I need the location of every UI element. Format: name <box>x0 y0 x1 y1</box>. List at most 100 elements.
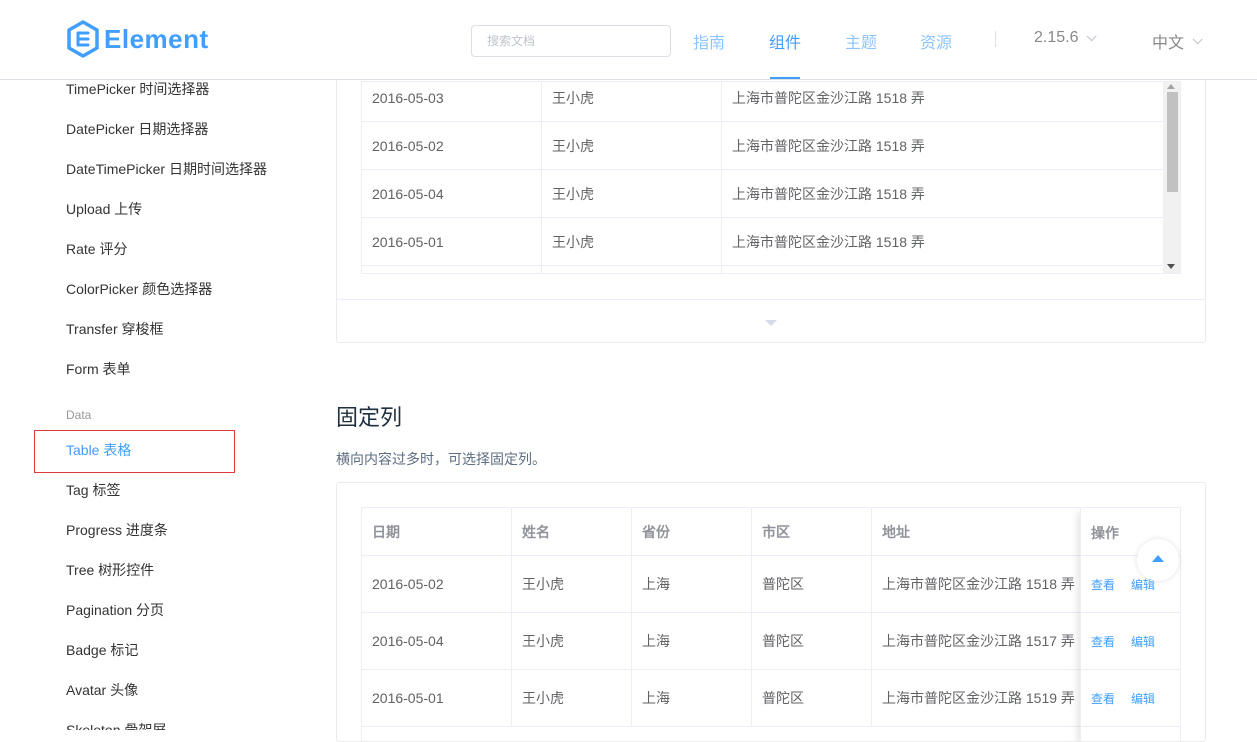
cell-name: 王小虎 <box>542 170 722 218</box>
fixed-row: 查看 编辑 <box>1081 613 1180 670</box>
header-address: 地址 <box>872 508 1082 556</box>
table-header-row: 日期 姓名 省份 市区 地址 <box>362 508 1180 556</box>
table-scrollbar[interactable] <box>1163 82 1180 273</box>
cell-city: 普陀区 <box>752 613 872 670</box>
edit-button[interactable]: 编辑 <box>1131 633 1155 650</box>
cell-name: 王小虎 <box>542 218 722 266</box>
search-docs-input[interactable] <box>471 25 671 57</box>
scroll-table-demo: 2016-05-03 王小虎 上海市普陀区金沙江路 1518 弄 2016-05… <box>336 60 1206 343</box>
cell-name: 王小虎 <box>512 556 632 613</box>
scroll-table: 2016-05-03 王小虎 上海市普陀区金沙江路 1518 弄 2016-05… <box>361 81 1181 274</box>
header-province: 省份 <box>632 508 752 556</box>
sidebar-item-tag[interactable]: Tag 标签 <box>66 480 120 500</box>
table-row-partial <box>362 266 1164 273</box>
cell-date: 2016-05-02 <box>362 122 542 170</box>
sidebar-item-tree[interactable]: Tree 树形控件 <box>66 560 154 580</box>
header-action: 操作 <box>1091 525 1119 541</box>
cell-name: 王小虎 <box>542 122 722 170</box>
cell-province: 上海 <box>632 556 752 613</box>
cell-date: 2016-05-04 <box>362 613 512 670</box>
fixed-column-demo: 日期 姓名 省份 市区 地址 2016-05-02 王小虎 上海 普陀区 上海市… <box>336 482 1206 742</box>
edit-button[interactable]: 编辑 <box>1131 690 1155 707</box>
table-row: 2016-05-02 王小虎 上海市普陀区金沙江路 1518 弄 <box>362 122 1164 170</box>
active-item-highlight-box <box>34 430 235 473</box>
element-hexagon-icon <box>67 20 99 58</box>
section-description: 横向内容过多时，可选择固定列。 <box>336 451 546 467</box>
sidebar-item-progress[interactable]: Progress 进度条 <box>66 520 168 540</box>
sidebar-group-data: Data <box>66 408 92 422</box>
sidebar-item-transfer[interactable]: Transfer 穿梭框 <box>66 319 164 339</box>
fixed-row: 查看 编辑 <box>1081 670 1180 727</box>
cell-city: 普陀区 <box>752 670 872 727</box>
scroll-down-arrow-icon[interactable] <box>1167 264 1175 269</box>
sidebar-item-avatar[interactable]: Avatar 头像 <box>66 680 138 700</box>
cell-empty <box>542 266 722 273</box>
sidebar-item-datepicker[interactable]: DatePicker 日期选择器 <box>66 119 208 139</box>
sidebar-item-form[interactable]: Form 表单 <box>66 359 131 379</box>
nav-guide[interactable]: 指南 <box>693 29 725 53</box>
language-label: 中文 <box>1152 35 1185 52</box>
cell-address: 上海市普陀区金沙江路 1518 弄 <box>872 556 1082 613</box>
view-button[interactable]: 查看 <box>1091 576 1115 593</box>
sidebar-item-timepicker[interactable]: TimePicker 时间选择器 <box>66 80 209 99</box>
cell-name: 王小虎 <box>542 82 722 122</box>
table-row: 2016-05-04 王小虎 上海市普陀区金沙江路 1518 弄 <box>362 170 1164 218</box>
cell-address: 上海市普陀区金沙江路 1519 弄 <box>872 670 1082 727</box>
sidebar-item-skeleton[interactable]: Skeleton 骨架屏 <box>66 720 166 730</box>
nav-divider <box>995 31 996 47</box>
cell-empty <box>362 266 542 273</box>
cell-date: 2016-05-03 <box>362 82 542 122</box>
cell-address: 上海市普陀区金沙江路 1518 弄 <box>732 186 925 202</box>
language-dropdown[interactable]: 中文 <box>1152 29 1203 53</box>
cell-date: 2016-05-01 <box>362 670 512 727</box>
sidebar-item-colorpicker[interactable]: ColorPicker 颜色选择器 <box>66 279 212 299</box>
top-header: Element 指南 组件 主题 资源 2.15.6 中文 <box>0 0 1257 80</box>
caret-up-icon <box>1152 555 1164 562</box>
cell-address: 上海市普陀区金沙江路 1518 弄 <box>732 138 925 154</box>
section-title: 固定列 <box>336 405 403 430</box>
version-label: 2.15.6 <box>1034 29 1079 46</box>
scroll-up-arrow-icon[interactable] <box>1167 84 1175 89</box>
chevron-down-icon <box>1192 33 1203 44</box>
sidebar-item-pagination[interactable]: Pagination 分页 <box>66 600 164 620</box>
cell-name: 王小虎 <box>512 613 632 670</box>
nav-theme[interactable]: 主题 <box>845 29 877 53</box>
show-code-toggle[interactable] <box>337 299 1205 342</box>
cell-address: 上海市普陀区金沙江路 1517 弄 <box>872 613 1082 670</box>
sidebar-item-table[interactable]: Table 表格 <box>66 440 131 460</box>
back-to-top-button[interactable] <box>1137 539 1179 581</box>
nav-component[interactable]: 组件 <box>769 29 801 53</box>
cell-date: 2016-05-02 <box>362 556 512 613</box>
caret-down-icon <box>765 320 777 326</box>
cell-city: 普陀区 <box>752 556 872 613</box>
header-city: 市区 <box>752 508 872 556</box>
sidebar-item-datetimepicker[interactable]: DateTimePicker 日期时间选择器 <box>66 159 267 179</box>
version-dropdown[interactable]: 2.15.6 <box>1034 29 1098 47</box>
element-logo[interactable]: Element <box>66 20 209 58</box>
view-button[interactable]: 查看 <box>1091 690 1115 707</box>
cell-date: 2016-05-04 <box>362 170 542 218</box>
cell-name: 王小虎 <box>512 670 632 727</box>
header-name: 姓名 <box>512 508 632 556</box>
table-row: 2016-05-01 王小虎 上海市普陀区金沙江路 1518 弄 <box>362 218 1164 266</box>
logo-text: Element <box>104 23 209 54</box>
cell-address: 上海市普陀区金沙江路 1518 弄 <box>732 90 925 106</box>
cell-date: 2016-05-01 <box>362 218 542 266</box>
table-row: 2016-05-01 王小虎 上海 普陀区 上海市普陀区金沙江路 1519 弄 <box>362 670 1180 727</box>
cell-address: 上海市普陀区金沙江路 1518 弄 <box>732 234 925 250</box>
header-date: 日期 <box>362 508 512 556</box>
table-row: 2016-05-03 王小虎 上海市普陀区金沙江路 1518 弄 <box>362 82 1164 122</box>
fixed-column-table: 日期 姓名 省份 市区 地址 2016-05-02 王小虎 上海 普陀区 上海市… <box>361 507 1181 741</box>
sidebar-item-rate[interactable]: Rate 评分 <box>66 239 127 259</box>
table-row: 2016-05-02 王小虎 上海 普陀区 上海市普陀区金沙江路 1518 弄 <box>362 556 1180 613</box>
chevron-down-icon <box>1087 30 1098 41</box>
view-button[interactable]: 查看 <box>1091 633 1115 650</box>
component-sidebar: TimePicker 时间选择器 DatePicker 日期选择器 DateTi… <box>0 80 300 730</box>
active-nav-indicator <box>770 77 800 79</box>
table-row: 2016-05-04 王小虎 上海 普陀区 上海市普陀区金沙江路 1517 弄 <box>362 613 1180 670</box>
scrollbar-thumb[interactable] <box>1167 92 1178 192</box>
sidebar-item-upload[interactable]: Upload 上传 <box>66 199 142 219</box>
nav-resource[interactable]: 资源 <box>920 29 952 53</box>
sidebar-item-badge[interactable]: Badge 标记 <box>66 640 138 660</box>
cell-province: 上海 <box>632 613 752 670</box>
